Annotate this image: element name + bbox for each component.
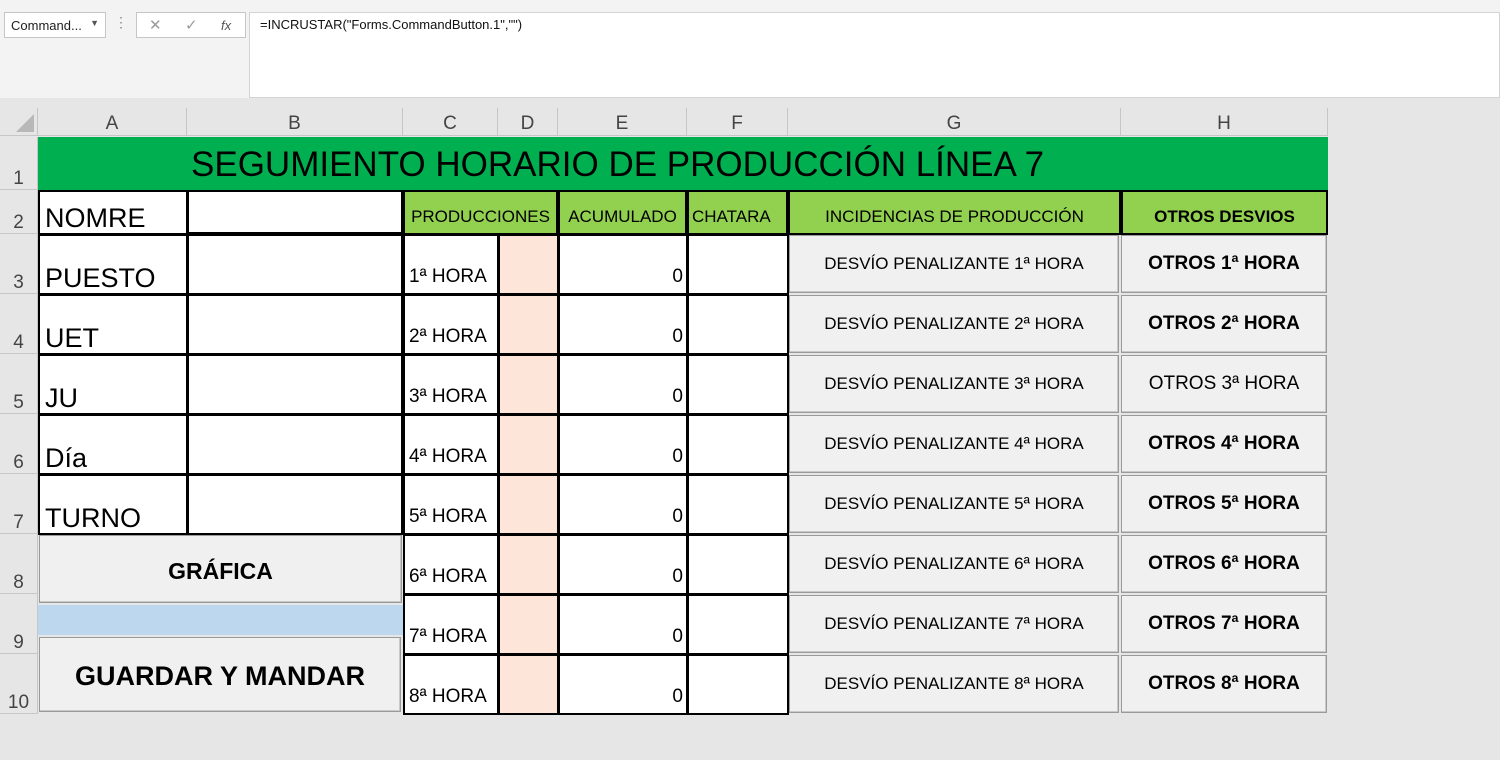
name-box[interactable]: Command... ▼ — [4, 12, 106, 38]
desvio-penalizante-button[interactable]: DESVÍO PENALIZANTE 4ª HORA — [789, 415, 1119, 473]
header-otros-desvios: OTROS DESVIOS — [1121, 190, 1328, 235]
hour-label: 6ª HORA — [403, 534, 499, 595]
chatara-input[interactable] — [687, 534, 789, 595]
acumulado-value: 0 — [558, 474, 688, 535]
otros-button[interactable]: OTROS 3ª HORA — [1121, 355, 1327, 413]
chatara-input[interactable] — [687, 594, 789, 655]
label-cell: PUESTO — [38, 234, 188, 295]
acumulado-value: 0 — [558, 414, 688, 475]
otros-button[interactable]: OTROS 1ª HORA — [1121, 235, 1327, 293]
desvio-penalizante-button[interactable]: DESVÍO PENALIZANTE 2ª HORA — [789, 295, 1119, 353]
produccion-input[interactable] — [498, 474, 559, 535]
acumulado-value: 0 — [558, 594, 688, 655]
label-cell: UET — [38, 294, 188, 355]
otros-button[interactable]: OTROS 5ª HORA — [1121, 475, 1327, 533]
row-header-6[interactable]: 6 — [0, 414, 38, 474]
formula-input[interactable]: =INCRUSTAR("Forms.CommandButton.1","") — [249, 12, 1500, 98]
produccion-input[interactable] — [498, 594, 559, 655]
row-header-3[interactable]: 3 — [0, 234, 38, 294]
hour-label: 1ª HORA — [403, 234, 499, 295]
chatara-input[interactable] — [687, 654, 789, 715]
row-header-9[interactable]: 9 — [0, 594, 38, 654]
label-cell: Día — [38, 414, 188, 475]
row-header-5[interactable]: 5 — [0, 354, 38, 414]
label-cell: JU — [38, 354, 188, 415]
enter-icon[interactable]: ✓ — [185, 16, 198, 34]
input-cell-b6[interactable] — [187, 414, 403, 475]
row-header-8[interactable]: 8 — [0, 534, 38, 594]
produccion-input[interactable] — [498, 234, 559, 295]
chevron-down-icon[interactable]: ▼ — [90, 18, 99, 28]
desvio-penalizante-button[interactable]: DESVÍO PENALIZANTE 5ª HORA — [789, 475, 1119, 533]
name-box-value: Command... — [11, 18, 82, 33]
row-header-1[interactable]: 1 — [0, 137, 38, 190]
column-header-h[interactable]: H — [1121, 108, 1328, 136]
header-producciones: PRODUCCIONES — [403, 190, 558, 235]
grafica-button[interactable]: GRÁFICA — [39, 535, 402, 603]
produccion-input[interactable] — [498, 354, 559, 415]
produccion-input[interactable] — [498, 294, 559, 355]
row-header-2[interactable]: 2 — [0, 190, 38, 234]
column-header-b[interactable]: B — [187, 108, 403, 136]
otros-button[interactable]: OTROS 7ª HORA — [1121, 595, 1327, 653]
input-cell-b7[interactable] — [187, 474, 403, 535]
acumulado-value: 0 — [558, 354, 688, 415]
acumulado-value: 0 — [558, 534, 688, 595]
chatara-input[interactable] — [687, 294, 789, 355]
cell-b2[interactable] — [187, 190, 403, 234]
desvio-penalizante-button[interactable]: DESVÍO PENALIZANTE 7ª HORA — [789, 595, 1119, 653]
acumulado-value: 0 — [558, 294, 688, 355]
hour-label: 5ª HORA — [403, 474, 499, 535]
otros-button[interactable]: OTROS 6ª HORA — [1121, 535, 1327, 593]
hour-label: 2ª HORA — [403, 294, 499, 355]
row-header-7[interactable]: 7 — [0, 474, 38, 534]
header-acumulado: ACUMULADO — [558, 190, 687, 235]
acumulado-value: 0 — [558, 234, 688, 295]
desvio-penalizante-button[interactable]: DESVÍO PENALIZANTE 3ª HORA — [789, 355, 1119, 413]
column-header-c[interactable]: C — [403, 108, 498, 136]
column-header-f[interactable]: F — [687, 108, 788, 136]
header-incidencias: INCIDENCIAS DE PRODUCCIÓN — [788, 190, 1121, 235]
select-all-icon — [16, 114, 34, 132]
chatara-input[interactable] — [687, 414, 789, 475]
column-header-a[interactable]: A — [38, 108, 187, 136]
desvio-penalizante-button[interactable]: DESVÍO PENALIZANTE 8ª HORA — [789, 655, 1119, 713]
label-cell: TURNO — [38, 474, 188, 535]
column-header-g[interactable]: G — [788, 108, 1121, 136]
row-header-10[interactable]: 10 — [0, 654, 38, 714]
formula-buttons: ✕ ✓ fx — [136, 12, 246, 38]
input-cell-b5[interactable] — [187, 354, 403, 415]
fx-icon[interactable]: fx — [221, 18, 231, 33]
cancel-icon[interactable]: ✕ — [149, 16, 162, 34]
input-cell-b4[interactable] — [187, 294, 403, 355]
otros-button[interactable]: OTROS 4ª HORA — [1121, 415, 1327, 473]
column-header-e[interactable]: E — [558, 108, 687, 136]
acumulado-value: 0 — [558, 654, 688, 715]
cell-a9[interactable] — [38, 605, 403, 635]
hour-label: 3ª HORA — [403, 354, 499, 415]
produccion-input[interactable] — [498, 534, 559, 595]
hour-label: 4ª HORA — [403, 414, 499, 475]
produccion-input[interactable] — [498, 414, 559, 475]
column-header-d[interactable]: D — [498, 108, 558, 136]
chatara-input[interactable] — [687, 474, 789, 535]
desvio-penalizante-button[interactable]: DESVÍO PENALIZANTE 1ª HORA — [789, 235, 1119, 293]
chatara-input[interactable] — [687, 354, 789, 415]
otros-button[interactable]: OTROS 8ª HORA — [1121, 655, 1327, 713]
header-chatara: CHATARA — [687, 190, 788, 235]
hour-label: 7ª HORA — [403, 594, 499, 655]
label-cell: NOMRE — [38, 190, 188, 235]
chatara-input[interactable] — [687, 234, 789, 295]
produccion-input[interactable] — [498, 654, 559, 715]
row-header-4[interactable]: 4 — [0, 294, 38, 354]
input-cell-b3[interactable] — [187, 234, 403, 295]
otros-button[interactable]: OTROS 2ª HORA — [1121, 295, 1327, 353]
hour-label: 8ª HORA — [403, 654, 499, 715]
page-title: SEGUMIENTO HORARIO DE PRODUCCIÓN LÍNEA 7 — [38, 137, 1328, 190]
select-all-corner[interactable] — [0, 108, 38, 136]
more-options-icon[interactable]: ⋮ — [112, 14, 130, 36]
guardar-y-mandar-button[interactable]: GUARDAR Y MANDAR — [39, 637, 401, 712]
desvio-penalizante-button[interactable]: DESVÍO PENALIZANTE 6ª HORA — [789, 535, 1119, 593]
